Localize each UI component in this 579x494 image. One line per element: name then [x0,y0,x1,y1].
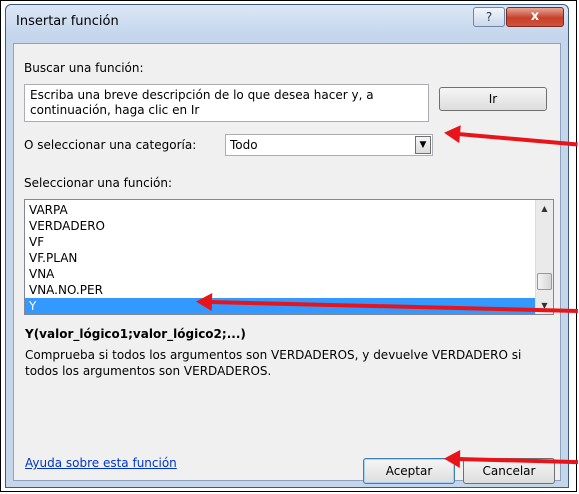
category-select[interactable]: Todo ▼ [225,134,433,156]
help-button[interactable]: ? [473,7,505,27]
go-button[interactable]: Ir [439,87,547,111]
close-button[interactable]: x [506,7,564,27]
insert-function-dialog: Insertar función ? x Buscar una función:… [5,4,569,488]
function-description: Comprueba si todos los argumentos son VE… [25,348,522,378]
list-item[interactable]: VERDADERO [25,218,535,234]
list-item[interactable]: VNA.NO.PER [25,282,535,298]
screenshot-frame: Insertar función ? x Buscar una función:… [0,0,577,492]
function-signature: Y(valor_lógico1;valor_lógico2;...) [25,327,246,341]
chevron-down-icon[interactable]: ▼ [415,136,431,154]
function-list[interactable]: VARPA VERDADERO VF VF.PLAN VNA VNA.NO.PE… [24,199,554,315]
list-item[interactable]: VF.PLAN [25,250,535,266]
title-bar: Insertar función ? x [6,5,568,37]
list-scrollbar[interactable]: ▲ ▼ [535,200,553,314]
scroll-thumb[interactable] [537,273,552,290]
dialog-title: Insertar función [16,14,119,29]
search-input[interactable]: Escriba una breve descripción de lo que … [24,84,429,122]
list-item[interactable]: VARPA [25,202,535,218]
function-help-link[interactable]: Ayuda sobre esta función [25,456,177,470]
list-item[interactable]: VF [25,234,535,250]
scroll-up-icon[interactable]: ▲ [536,200,553,217]
ok-button[interactable]: Aceptar [363,458,455,484]
function-list-label: Seleccionar una función: [24,176,173,190]
list-item[interactable]: VNA [25,266,535,282]
dialog-body: Buscar una función: Escriba una breve de… [13,43,561,484]
search-label: Buscar una función: [24,61,144,75]
category-value: Todo [230,138,258,152]
category-label: O seleccionar una categoría: [24,138,197,152]
